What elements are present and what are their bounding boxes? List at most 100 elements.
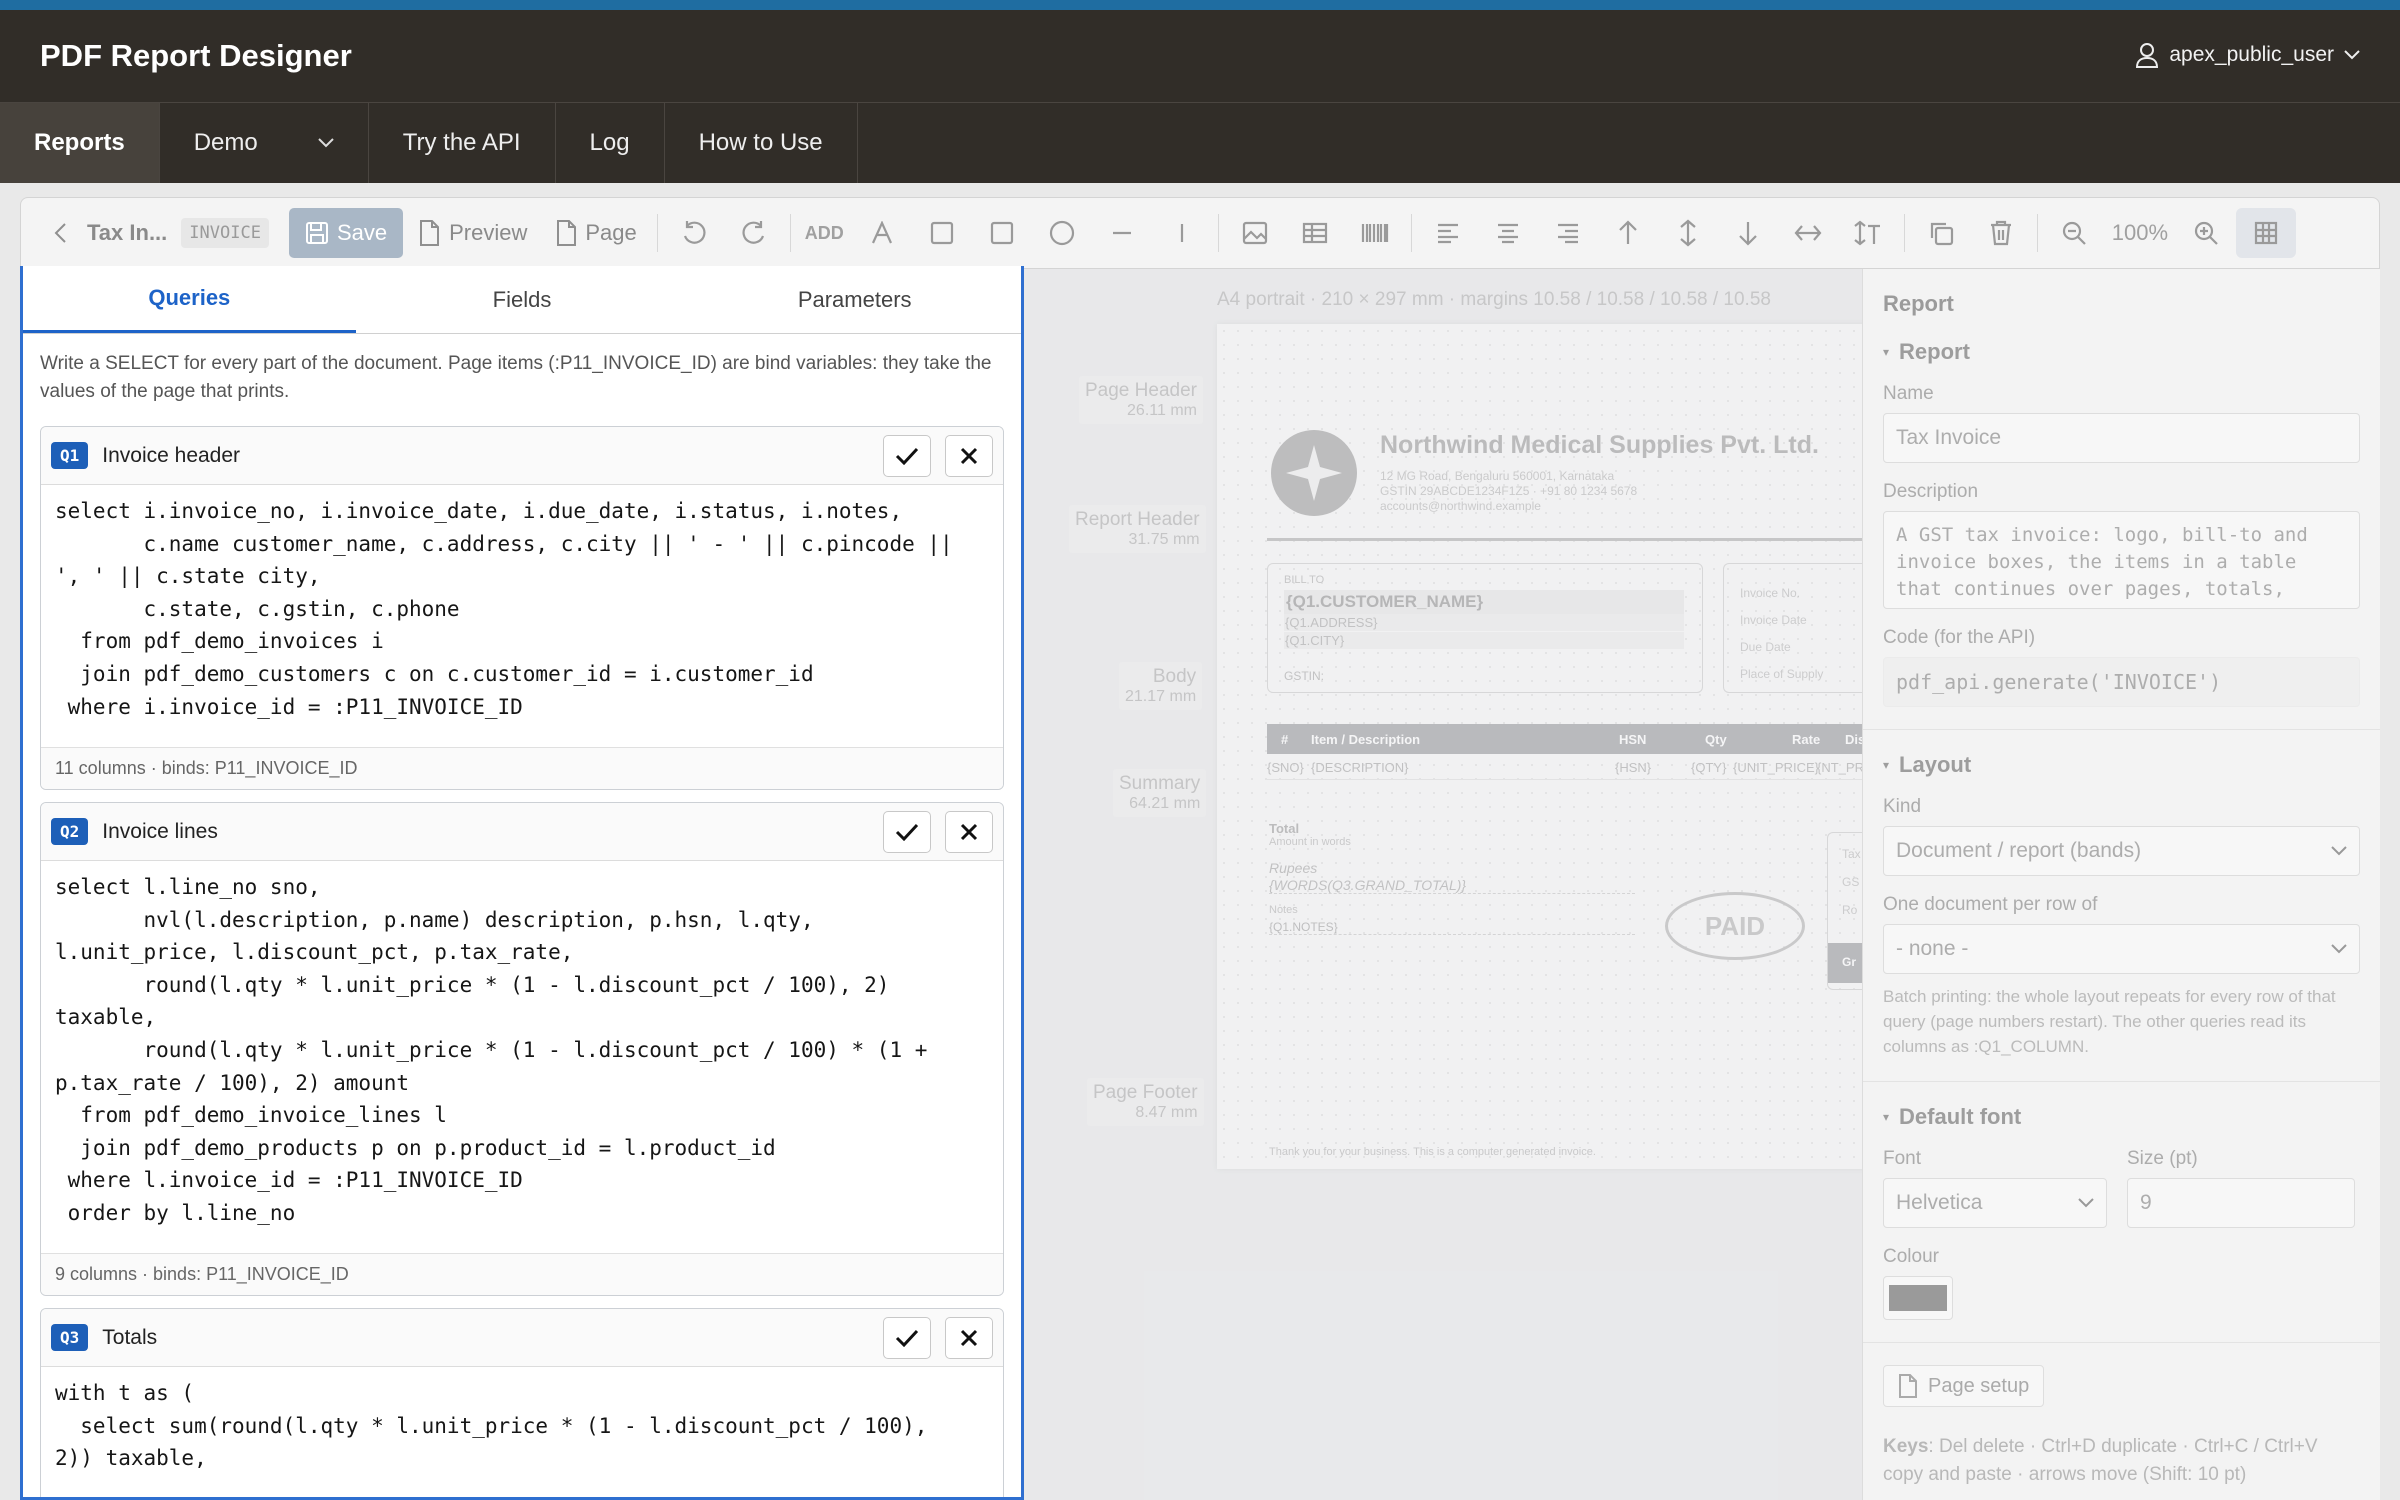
font-value: Helvetica	[1896, 1191, 1983, 1214]
kind-select[interactable]: Document / report (bands)	[1883, 826, 2360, 876]
align-top-button[interactable]	[1598, 208, 1658, 258]
check-icon	[895, 447, 919, 465]
grid-toggle-button[interactable]	[2236, 208, 2297, 258]
design-canvas[interactable]: A4 portrait · 210 × 297 mm · margins 10.…	[1027, 269, 1862, 1500]
zoom-in-button[interactable]	[2176, 208, 2236, 258]
same-width-button[interactable]	[1778, 208, 1838, 258]
divider	[1863, 729, 2380, 730]
tab-parameters[interactable]: Parameters	[688, 266, 1021, 333]
add-vline-button[interactable]	[1152, 208, 1212, 258]
arrow-up-icon	[1618, 220, 1637, 244]
align-right-button[interactable]	[1538, 208, 1598, 258]
image-icon	[1242, 221, 1267, 245]
page-setup-button[interactable]: Page setup	[1883, 1365, 2045, 1407]
add-field-button[interactable]	[912, 208, 972, 258]
query-name[interactable]: Invoice lines	[102, 820, 869, 844]
chevron-down-icon	[2331, 846, 2347, 856]
query-remove-button[interactable]	[945, 810, 993, 853]
query-header: Q1 Invoice header	[41, 427, 1003, 485]
section-label: Default font	[1899, 1104, 2022, 1129]
undo-button[interactable]	[664, 208, 724, 258]
redo-button[interactable]	[724, 208, 784, 258]
api-code-field: pdf_api.generate('INVOICE')	[1883, 657, 2360, 707]
keys-label: Keys	[1883, 1436, 1929, 1457]
kind-value: Document / report (bands)	[1896, 839, 2142, 862]
close-icon	[960, 1329, 978, 1346]
add-table-button[interactable]	[1285, 208, 1345, 258]
query-name[interactable]: Invoice header	[102, 444, 869, 468]
nav-tab-try-api[interactable]: Try the API	[369, 103, 556, 183]
nav-tab-log[interactable]: Log	[556, 103, 665, 183]
align-left-button[interactable]	[1418, 208, 1478, 258]
back-button[interactable]	[39, 208, 81, 258]
page-button[interactable]: Page	[541, 208, 650, 258]
name-field[interactable]: Tax Invoice	[1883, 413, 2360, 463]
nav-tab-label: Reports	[34, 129, 125, 156]
query-badge: Q1	[51, 442, 89, 469]
per-row-select[interactable]: - none -	[1883, 924, 2360, 974]
page-icon	[557, 220, 577, 246]
tab-fields[interactable]: Fields	[356, 266, 689, 333]
align-center-button[interactable]	[1478, 208, 1538, 258]
add-text-button[interactable]	[852, 208, 912, 258]
query-apply-button[interactable]	[883, 434, 931, 477]
toolbar-separator	[656, 214, 658, 252]
query-remove-button[interactable]	[945, 1316, 993, 1359]
canvas-dim-overlay	[1027, 269, 1862, 1500]
query-sql-editor[interactable]: with t as ( select sum(round(l.qty * l.u…	[41, 1367, 1003, 1497]
zoom-out-button[interactable]	[2044, 208, 2104, 258]
description-field[interactable]: A GST tax invoice: logo, bill-to and inv…	[1883, 511, 2360, 609]
text-height-icon	[1854, 220, 1880, 246]
nav-tab-label: Log	[589, 129, 630, 156]
preview-label: Preview	[449, 220, 528, 245]
colour-picker[interactable]	[1883, 1276, 1953, 1320]
user-icon	[2136, 43, 2159, 68]
nav-tab-label: Try the API	[402, 129, 521, 156]
query-apply-button[interactable]	[883, 1316, 931, 1359]
api-code-label: Code (for the API)	[1883, 627, 2036, 648]
check-icon	[895, 1329, 919, 1347]
section-default-font[interactable]: ▾ Default font	[1863, 1104, 2380, 1130]
user-menu[interactable]: apex_public_user	[2135, 42, 2360, 68]
table-icon	[1302, 222, 1327, 244]
zoom-out-icon	[2062, 221, 2086, 245]
circle-icon	[1049, 220, 1074, 246]
query-remove-button[interactable]	[945, 434, 993, 477]
query-apply-button[interactable]	[883, 810, 931, 853]
preview-button[interactable]: Preview	[403, 208, 541, 258]
query-sql-editor[interactable]: select l.line_no sno, nvl(l.description,…	[41, 861, 1003, 1253]
query-sql-editor[interactable]: select i.invoice_no, i.invoice_date, i.d…	[41, 485, 1003, 747]
font-label: Font	[1883, 1148, 1922, 1169]
save-button[interactable]: Save	[288, 208, 404, 258]
divider	[1863, 1081, 2380, 1082]
section-layout[interactable]: ▾ Layout	[1863, 752, 2380, 778]
nav-tab-demo[interactable]: Demo	[160, 103, 369, 183]
nav-tab-how-to-use[interactable]: How to Use	[665, 103, 858, 183]
description-label: Description	[1883, 481, 1979, 502]
horizontal-line-icon	[1112, 231, 1131, 235]
rectangle-icon	[990, 221, 1013, 245]
query-name[interactable]: Totals	[102, 1326, 869, 1350]
add-rectangle-button[interactable]	[972, 208, 1032, 258]
add-label: ADD	[804, 222, 844, 243]
toolbar-separator	[1217, 214, 1219, 252]
delete-button[interactable]	[1971, 208, 2031, 258]
arrow-left-right-icon	[1794, 225, 1822, 241]
kind-label: Kind	[1883, 796, 1922, 817]
keyboard-hints: Keys: Del delete · Ctrl+D duplicate · Ct…	[1863, 1433, 2380, 1489]
align-bottom-button[interactable]	[1718, 208, 1778, 258]
size-field[interactable]: 9	[2127, 1178, 2355, 1228]
align-middle-button[interactable]	[1658, 208, 1718, 258]
duplicate-button[interactable]	[1911, 208, 1971, 258]
add-ellipse-button[interactable]	[1032, 208, 1092, 258]
font-select[interactable]: Helvetica	[1883, 1178, 2107, 1228]
add-barcode-button[interactable]	[1345, 208, 1405, 258]
add-image-button[interactable]	[1225, 208, 1285, 258]
tab-queries[interactable]: Queries	[23, 266, 356, 333]
add-hline-button[interactable]	[1092, 208, 1152, 258]
same-height-button[interactable]	[1838, 208, 1898, 258]
section-report[interactable]: ▾ Report	[1863, 339, 2380, 365]
nav-tab-reports[interactable]: Reports	[0, 103, 160, 183]
caret-down-icon: ▾	[1883, 758, 1890, 772]
query-badge: Q3	[51, 1324, 89, 1351]
